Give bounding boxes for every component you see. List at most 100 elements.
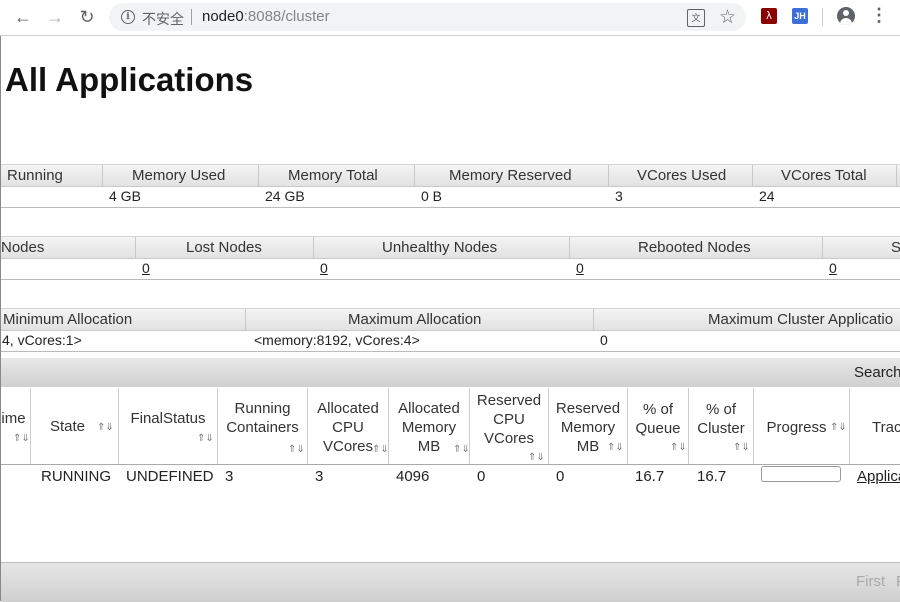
sort-icon: ⇑⇓ (733, 442, 750, 453)
col-vcores-total: VCores Total (781, 167, 867, 184)
col-label: Trac (872, 419, 900, 436)
toolbar-divider (822, 8, 823, 26)
col-divider (593, 309, 594, 330)
vcores-used-value: 3 (615, 188, 623, 204)
col-divider (135, 237, 136, 258)
col-lost-nodes: Lost Nodes (186, 239, 262, 256)
app-tracking-link[interactable]: Applica (857, 468, 900, 485)
col-label: Reserved CPU VCores (476, 392, 542, 447)
forward-arrow-icon[interactable]: → (44, 6, 66, 28)
col-label: FinalStatus (130, 410, 206, 427)
sort-icon: ⇑⇓ (453, 444, 470, 455)
col-reserved-memory[interactable]: Reserved Memory MB ⇑⇓ (549, 388, 628, 464)
reload-icon[interactable]: ↻ (76, 6, 98, 28)
col-minimum-allocation: Minimum Allocation (3, 311, 133, 328)
sort-icon: ⇑⇓ (97, 422, 114, 433)
col-max-cluster-app: Maximum Cluster Applicatio (708, 311, 894, 328)
info-icon[interactable]: i (121, 10, 135, 24)
sort-icon: ⇑⇓ (607, 442, 624, 453)
col-final-status[interactable]: FinalStatus ⇑⇓ (119, 388, 218, 464)
applications-header: ime ⇑⇓ State ⇑⇓ FinalStatus ⇑⇓ Running C… (1, 388, 900, 465)
col-label: % of Queue (635, 401, 681, 437)
memory-reserved-value: 0 B (421, 188, 443, 204)
unhealthy-nodes-link[interactable]: 0 (576, 260, 584, 276)
col-tracking-ui[interactable]: Trac (850, 388, 900, 464)
app-state: RUNNING (41, 468, 111, 485)
col-divider (608, 165, 609, 186)
sort-icon: ⇑⇓ (670, 442, 687, 453)
app-final-status: UNDEFINED (126, 468, 214, 485)
col-unhealthy-nodes: Unhealthy Nodes (382, 239, 498, 256)
scheduler-metrics-header: Minimum Allocation Maximum Allocation Ma… (1, 308, 900, 331)
col-pct-queue[interactable]: % of Queue ⇑⇓ (628, 388, 689, 464)
app-allocated-vcores: 3 (315, 468, 324, 485)
nodes-link[interactable]: 0 (142, 260, 150, 276)
lost-nodes-link[interactable]: 0 (320, 260, 328, 276)
browser-toolbar: ← → ↻ i 不安全 node0:8088/cluster 文 ☆ λ JH … (0, 0, 900, 36)
first-page-button[interactable]: First (856, 573, 885, 590)
profile-icon[interactable] (837, 7, 855, 25)
menu-kebab-icon[interactable]: ⋮ (870, 5, 888, 26)
app-running-containers: 3 (225, 468, 234, 485)
col-state[interactable]: State ⇑⇓ (31, 388, 119, 464)
jh-extension-icon[interactable]: JH (792, 8, 808, 24)
node-metrics-header: Nodes Lost Nodes Unhealthy Nodes Reboote… (1, 236, 900, 259)
page-content: All Applications Running Memory Used Mem… (0, 36, 900, 602)
sort-icon: ⇑⇓ (830, 422, 847, 433)
col-divider (313, 237, 314, 258)
bookmark-star-icon[interactable]: ☆ (719, 6, 736, 29)
col-running: Running (7, 167, 63, 184)
col-memory-reserved: Memory Reserved (449, 167, 572, 184)
col-s: S (891, 239, 900, 256)
col-divider (752, 165, 753, 186)
col-divider (414, 165, 415, 186)
app-reserved-vcores: 0 (477, 468, 486, 485)
address-bar[interactable]: i 不安全 node0:8088/cluster 文 ☆ (109, 3, 746, 31)
url-host: node0 (202, 8, 244, 25)
vcores-total-value: 24 (759, 188, 775, 204)
app-pct-cluster: 16.7 (697, 468, 727, 485)
maximum-allocation-value: <memory:8192, vCores:4> (254, 332, 420, 348)
col-allocated-memory[interactable]: Allocated Memory MB ⇑⇓ (389, 388, 470, 464)
applications-table: Search ime ⇑⇓ State ⇑⇓ FinalStatus ⇑⇓ Ru… (1, 358, 900, 602)
security-label: 不安全 (142, 12, 184, 28)
col-memory-total: Memory Total (288, 167, 378, 184)
app-progress-bar (761, 466, 841, 482)
page-title: All Applications (5, 61, 254, 98)
col-maximum-allocation: Maximum Allocation (348, 311, 482, 328)
col-progress[interactable]: Progress ⇑⇓ (754, 388, 850, 464)
minimum-allocation-value: 4, vCores:1> (2, 332, 82, 348)
col-reserved-vcores[interactable]: Reserved CPU VCores ⇑⇓ (470, 388, 549, 464)
url-text[interactable]: node0:8088/cluster (202, 8, 330, 25)
col-rebooted-nodes: Rebooted Nodes (638, 239, 751, 256)
app-allocated-memory: 4096 (396, 468, 430, 485)
url-path: :8088/cluster (243, 8, 330, 25)
table-row[interactable]: RUNNING UNDEFINED 3 3 4096 0 0 16.7 16.7… (1, 465, 900, 487)
max-cluster-app-value: 0 (600, 332, 608, 348)
app-reserved-memory: 0 (556, 468, 565, 485)
col-divider (258, 165, 259, 186)
sort-icon: ⇑⇓ (197, 433, 214, 444)
translate-icon[interactable]: 文 (687, 9, 705, 27)
address-separator (191, 9, 192, 25)
memory-total-value: 24 GB (265, 188, 305, 204)
col-divider (245, 309, 246, 330)
cluster-metrics-header: Running Memory Used Memory Total Memory … (1, 164, 900, 187)
col-divider (822, 237, 823, 258)
scheduler-metrics-row: 4, vCores:1> <memory:8192, vCores:4> 0 (1, 330, 900, 352)
search-label: Search (854, 364, 900, 381)
col-vcores-used: VCores Used (637, 167, 727, 184)
rebooted-nodes-link[interactable]: 0 (829, 260, 837, 276)
col-divider (896, 165, 897, 186)
pagination-bar: First P (1, 562, 900, 602)
col-nodes: Nodes (1, 239, 45, 256)
col-allocated-vcores[interactable]: Allocated CPU VCores ⇑⇓ (308, 388, 389, 464)
back-arrow-icon[interactable]: ← (12, 6, 34, 28)
previous-page-button[interactable]: P (896, 573, 900, 590)
pdf-extension-icon[interactable]: λ (761, 8, 777, 24)
sort-icon: ⇑⇓ (372, 444, 389, 455)
col-label: Running Containers (226, 400, 299, 436)
col-running-containers[interactable]: Running Containers ⇑⇓ (218, 388, 308, 464)
node-metrics-row: 0 0 0 0 (1, 258, 900, 280)
col-divider (102, 165, 103, 186)
